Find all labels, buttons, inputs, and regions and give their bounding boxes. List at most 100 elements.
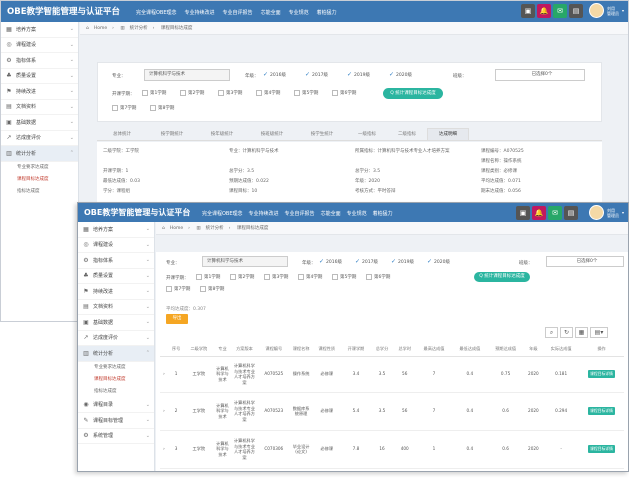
- sidebar-item[interactable]: ⚙ 指标体系 ⌄: [78, 253, 154, 269]
- query-button[interactable]: Q 统计课程目标达成度: [474, 272, 530, 282]
- refresh-icon[interactable]: ↻: [560, 327, 573, 338]
- sidebar-subitem[interactable]: 专业要求达成度: [1, 162, 78, 174]
- semester-checkbox[interactable]: 第7学期: [112, 105, 136, 111]
- export-button[interactable]: 导出: [166, 314, 188, 324]
- screen-icon[interactable]: ▣: [516, 206, 530, 220]
- tab[interactable]: 一级指标: [347, 128, 387, 140]
- columns-icon[interactable]: ▤▾: [590, 327, 608, 338]
- semester-checkbox[interactable]: 第7学期: [166, 286, 190, 292]
- sidebar-item[interactable]: ⚑ 持续改进 ⌄: [78, 284, 154, 300]
- table-header[interactable]: 总学分: [370, 343, 394, 357]
- grade-checkbox[interactable]: ✓ 2019级: [391, 258, 414, 265]
- table-header[interactable]: 操作: [579, 343, 624, 357]
- course-goal-detail-button[interactable]: 课程目标详情: [588, 407, 615, 415]
- table-header[interactable]: 年级: [523, 343, 544, 357]
- sidebar-item[interactable]: ▣ 基础数据 ⌄: [78, 315, 154, 331]
- semester-checkbox[interactable]: 第5学期: [294, 90, 318, 96]
- semester-checkbox[interactable]: 第3学期: [218, 90, 242, 96]
- sidebar-subitem-active[interactable]: 课程目标达成度: [1, 174, 78, 186]
- tab[interactable]: 按班级统计: [247, 128, 297, 140]
- tab[interactable]: 二级指标: [387, 128, 427, 140]
- top-menu-item[interactable]: 专业规范: [347, 210, 367, 217]
- sidebar-item[interactable]: ↗ 达成度评价 ⌄: [78, 331, 154, 346]
- semester-checkbox[interactable]: 第2学期: [180, 90, 204, 96]
- list-icon[interactable]: ▤: [564, 206, 578, 220]
- sidebar-item[interactable]: ⚙ 系统管理 ⌄: [78, 429, 154, 444]
- sidebar-item[interactable]: ◎ 课程建设 ⌄: [1, 38, 78, 53]
- semester-checkbox[interactable]: 第2学期: [230, 274, 254, 280]
- sidebar-item[interactable]: ◉ 课程目录 ⌄: [78, 398, 154, 413]
- top-menu-item[interactable]: 专业持续改进: [185, 9, 215, 16]
- user-menu[interactable]: 刘用 管理员 ▾: [588, 205, 624, 220]
- tab[interactable]: 总体统计: [97, 128, 147, 140]
- sidebar-subitem[interactable]: 指标达成度: [78, 386, 154, 398]
- top-menu-item[interactable]: 着柏猛力: [317, 9, 337, 16]
- sidebar-item[interactable]: ♣ 质量设置 ⌄: [78, 269, 154, 284]
- expand-icon[interactable]: ›: [160, 430, 168, 469]
- tab[interactable]: 按年级统计: [197, 128, 247, 140]
- sidebar-item-stats[interactable]: ▥ 统计分析 ⌃: [78, 346, 154, 362]
- table-header[interactable]: 最高达成值: [416, 343, 452, 357]
- top-menu-item[interactable]: 专业自评报告: [223, 9, 253, 16]
- table-header[interactable]: 预期达成值: [487, 343, 524, 357]
- semester-checkbox[interactable]: 第8学期: [150, 105, 174, 111]
- sidebar-item[interactable]: ▤ 文档资料 ⌄: [78, 300, 154, 315]
- list-icon[interactable]: ▤: [569, 4, 583, 18]
- semester-checkbox[interactable]: 第5学期: [332, 274, 356, 280]
- top-menu-item[interactable]: 芯能全面: [261, 9, 281, 16]
- grade-checkbox[interactable]: ✓ 2017级: [305, 71, 328, 78]
- bell-icon[interactable]: 🔔: [532, 206, 546, 220]
- top-menu-item[interactable]: 完全课程OBE理念: [202, 210, 243, 217]
- semester-checkbox[interactable]: 第8学期: [200, 286, 224, 292]
- table-header[interactable]: 实际达成值: [543, 343, 580, 357]
- table-header[interactable]: 课程性质: [312, 343, 342, 357]
- breadcrumb-section[interactable]: 统计分析: [206, 226, 224, 231]
- sidebar-subitem[interactable]: 指标达成度: [1, 186, 78, 198]
- table-header[interactable]: 二级学院: [184, 343, 214, 357]
- top-menu-item[interactable]: 专业自评报告: [285, 210, 315, 217]
- table-header[interactable]: 开课学期: [341, 343, 371, 357]
- class-select[interactable]: 已选择0个: [495, 69, 585, 81]
- sidebar-subitem[interactable]: 专业要求达成度: [78, 362, 154, 374]
- grade-checkbox[interactable]: ✓ 2020级: [389, 71, 412, 78]
- grid-icon[interactable]: ▦: [575, 327, 588, 338]
- search-icon[interactable]: ⌕: [545, 327, 558, 338]
- course-goal-detail-button[interactable]: 课程目标详情: [588, 445, 615, 453]
- mail-icon[interactable]: ✉: [553, 4, 567, 18]
- sidebar-item[interactable]: ▦ 培养方案 ⌄: [78, 222, 154, 238]
- top-menu-item[interactable]: 着柏猛力: [373, 210, 393, 217]
- semester-checkbox[interactable]: 第1学期: [196, 274, 220, 280]
- top-menu-item[interactable]: 芯能全面: [321, 210, 341, 217]
- top-menu-item[interactable]: 专业规范: [289, 9, 309, 16]
- semester-checkbox[interactable]: 第6学期: [366, 274, 390, 280]
- course-goal-detail-button[interactable]: 课程目标详情: [588, 370, 615, 378]
- sidebar-item[interactable]: ✎ 课程目标管理 ⌄: [78, 413, 154, 429]
- semester-checkbox[interactable]: 第4学期: [298, 274, 322, 280]
- tab[interactable]: 按学生统计: [297, 128, 347, 140]
- table-header[interactable]: 课程编号: [257, 343, 291, 357]
- grade-checkbox[interactable]: ✓ 2019级: [347, 71, 370, 78]
- top-menu-item[interactable]: 完全课程OBE理念: [136, 9, 177, 16]
- breadcrumb-section[interactable]: 统计分析: [130, 26, 148, 31]
- sidebar-item[interactable]: ◎ 课程建设 ⌄: [78, 238, 154, 253]
- sidebar-subitem-active[interactable]: 课程目标达成度: [78, 374, 154, 386]
- major-select[interactable]: 计算机科学与技术: [202, 256, 288, 267]
- expand-icon[interactable]: ›: [160, 392, 168, 431]
- expand-icon[interactable]: ›: [160, 356, 168, 393]
- semester-checkbox[interactable]: 第4学期: [256, 90, 280, 96]
- table-header[interactable]: 专业: [213, 343, 232, 357]
- sidebar-item[interactable]: ▤ 文档资料 ⌄: [1, 100, 78, 115]
- grade-checkbox[interactable]: ✓ 2020级: [427, 258, 450, 265]
- table-header[interactable]: 课程名称: [290, 343, 313, 357]
- breadcrumb-home[interactable]: Home: [94, 26, 107, 31]
- user-menu[interactable]: 刘用 管理员 ▾: [588, 3, 624, 18]
- query-button[interactable]: Q 统计课程目标达成度: [383, 88, 443, 99]
- tab-active[interactable]: 达成明细: [427, 128, 469, 140]
- mail-icon[interactable]: ✉: [548, 206, 562, 220]
- screen-icon[interactable]: ▣: [521, 4, 535, 18]
- table-header[interactable]: 最低达成值: [451, 343, 488, 357]
- sidebar-item[interactable]: ♣ 质量设置 ⌄: [1, 69, 78, 84]
- class-select[interactable]: 已选择0个: [546, 256, 624, 267]
- sidebar-item[interactable]: ▣ 基础数据 ⌄: [1, 115, 78, 131]
- sidebar-item[interactable]: ⚑ 持续改进 ⌄: [1, 84, 78, 100]
